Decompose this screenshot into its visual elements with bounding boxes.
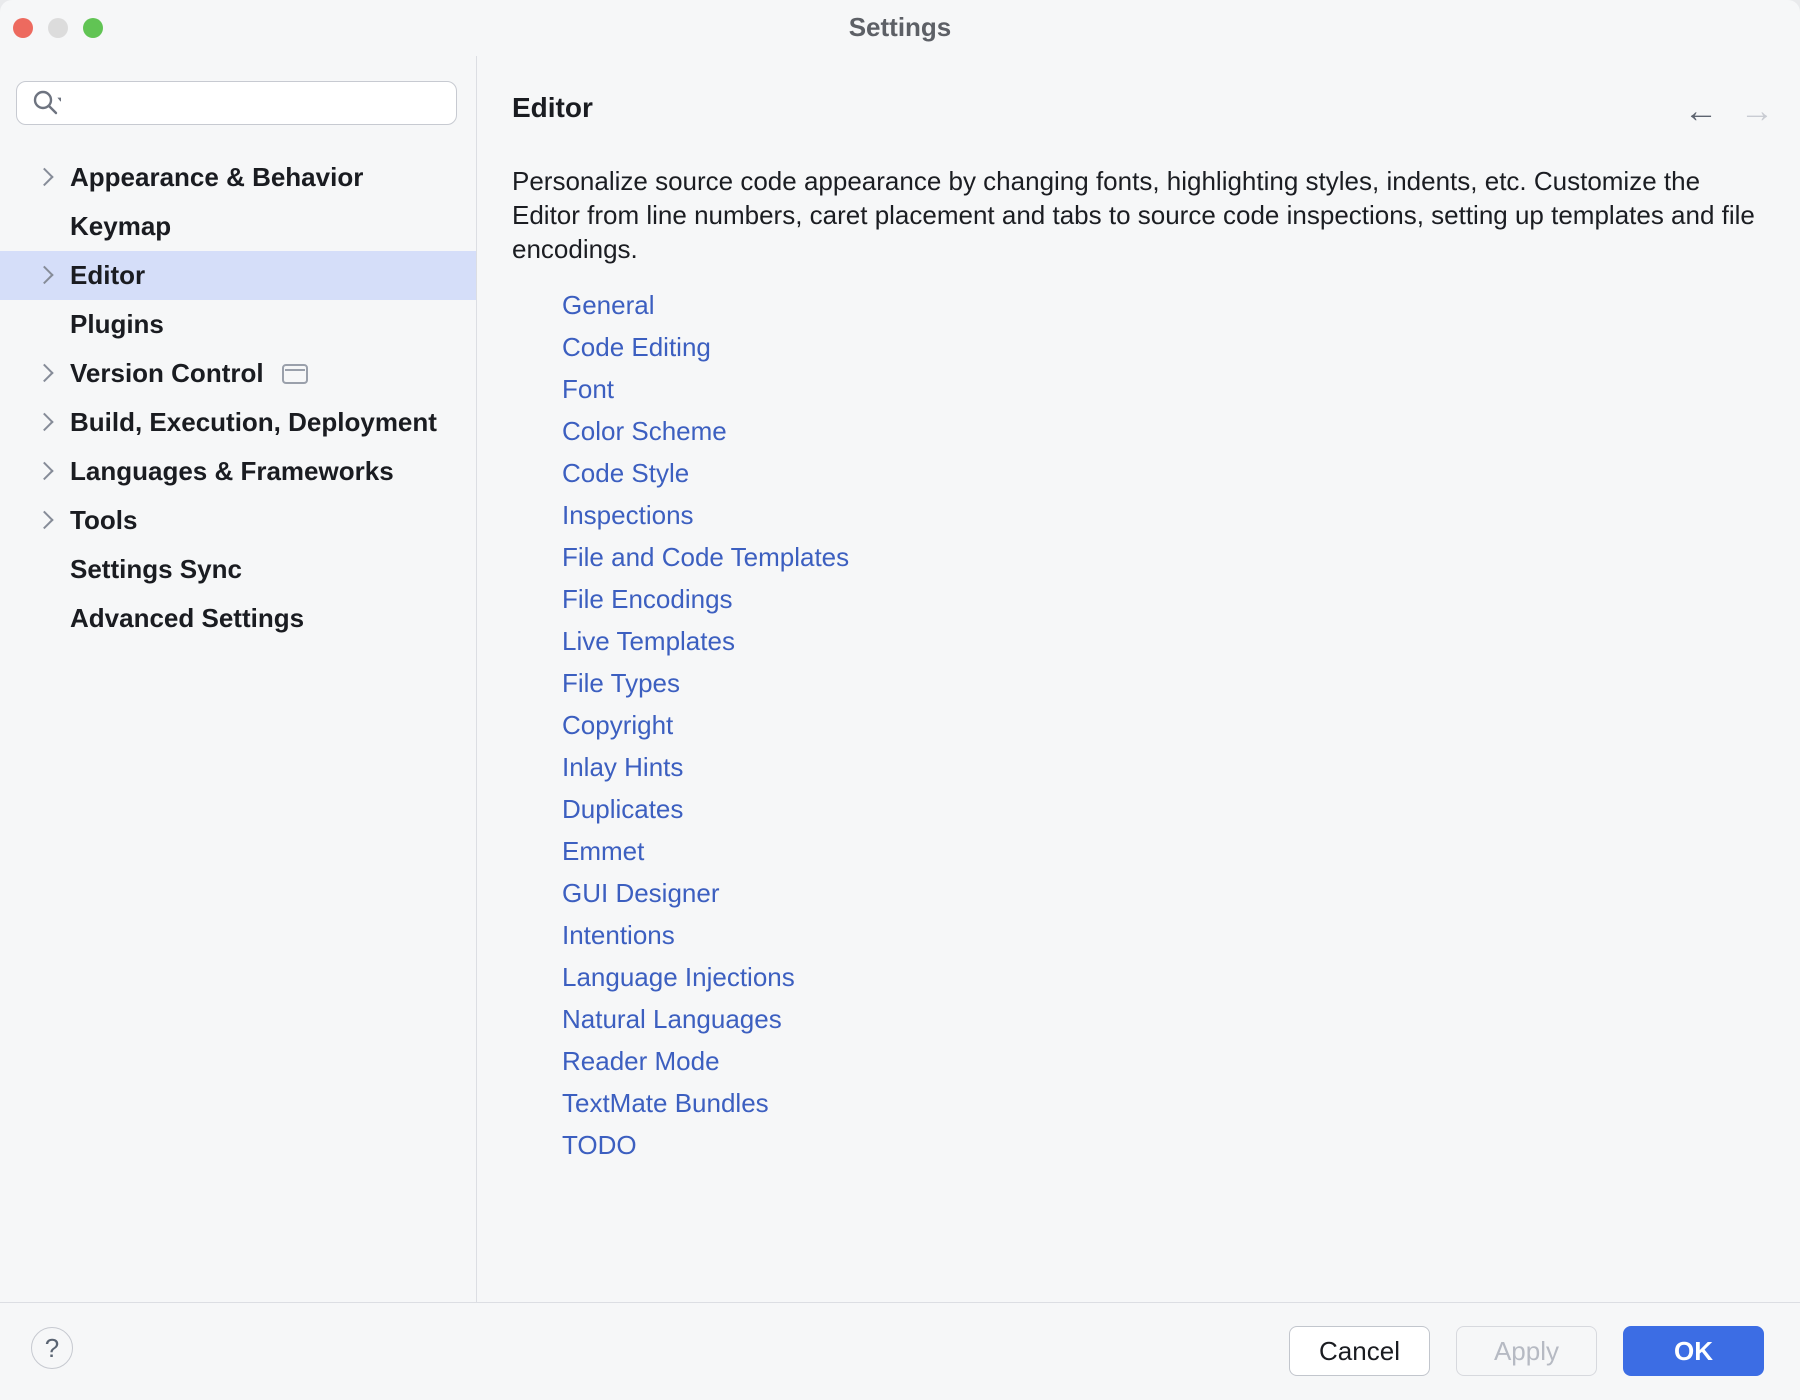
title-bar: Settings (0, 0, 1800, 56)
sidebar-item-label: Plugins (70, 309, 164, 340)
sidebar-item-label: Keymap (70, 211, 171, 242)
sidebar-item-keymap[interactable]: Keymap (0, 202, 476, 251)
editor-subpage-link-code-editing[interactable]: Code Editing (512, 326, 711, 368)
editor-subpage-link-reader-mode[interactable]: Reader Mode (512, 1040, 720, 1082)
chevron-right-icon (35, 510, 53, 528)
window-title: Settings (0, 12, 1800, 43)
editor-subpage-link-inlay-hints[interactable]: Inlay Hints (512, 746, 683, 788)
editor-subpages: General Code Editing Font Color Scheme C… (512, 284, 1760, 1166)
editor-subpage-link-file-and-code-templates[interactable]: File and Code Templates (512, 536, 849, 578)
forward-icon: → (1740, 94, 1774, 128)
link-label: Inlay Hints (562, 752, 683, 783)
sidebar-item-version-control[interactable]: Version Control (0, 349, 476, 398)
editor-subpage-link-general[interactable]: General (512, 284, 655, 326)
sidebar-item-label: Settings Sync (70, 554, 242, 585)
editor-subpage-link-natural-languages[interactable]: Natural Languages (512, 998, 782, 1040)
sidebar-item-label: Languages & Frameworks (70, 456, 394, 487)
sidebar-item-settings-sync[interactable]: Settings Sync (0, 545, 476, 594)
sidebar-item-advanced-settings[interactable]: Advanced Settings (0, 594, 476, 643)
chevron-right-icon (35, 412, 53, 430)
link-label: Language Injections (562, 962, 795, 993)
sidebar-item-label: Advanced Settings (70, 603, 304, 634)
editor-subpage-link-emmet[interactable]: Emmet (512, 830, 644, 872)
link-label: TextMate Bundles (562, 1088, 769, 1119)
sidebar-item-label: Build, Execution, Deployment (70, 407, 437, 438)
cancel-button[interactable]: Cancel (1289, 1326, 1430, 1376)
link-label: Natural Languages (562, 1004, 782, 1035)
footer-buttons: Cancel Apply OK (1289, 1326, 1764, 1376)
editor-subpage-link-todo[interactable]: TODO (512, 1124, 637, 1166)
sidebar-item-label: Tools (70, 505, 137, 536)
editor-subpage-link-duplicates[interactable]: Duplicates (512, 788, 683, 830)
link-label: File and Code Templates (562, 542, 849, 573)
link-label: Font (562, 374, 614, 405)
editor-settings-panel: Editor ← → Personalize source code appea… (478, 56, 1800, 1302)
chevron-right-icon (35, 265, 53, 283)
editor-subpage-link-file-types[interactable]: File Types (512, 662, 680, 704)
apply-button: Apply (1456, 1326, 1597, 1376)
link-label: TODO (562, 1130, 637, 1161)
question-icon: ? (45, 1333, 59, 1364)
editor-subpage-link-copyright[interactable]: Copyright (512, 704, 673, 746)
sidebar-item-editor[interactable]: Editor (0, 251, 476, 300)
sidebar-item-label: Editor (70, 260, 145, 291)
link-label: File Encodings (562, 584, 733, 615)
link-label: GUI Designer (562, 878, 720, 909)
link-label: Duplicates (562, 794, 683, 825)
sidebar-item-label: Version Control (70, 358, 264, 389)
sidebar-item-languages-frameworks[interactable]: Languages & Frameworks (0, 447, 476, 496)
sidebar-item-plugins[interactable]: Plugins (0, 300, 476, 349)
link-label: Reader Mode (562, 1046, 720, 1077)
settings-sidebar: Appearance & Behavior Keymap Editor Plug… (0, 56, 477, 1302)
page-title: Editor (512, 92, 1760, 124)
sidebar-tree: Appearance & Behavior Keymap Editor Plug… (0, 153, 476, 643)
history-nav: ← → (1684, 94, 1774, 128)
sidebar-item-build-execution-deployment[interactable]: Build, Execution, Deployment (0, 398, 476, 447)
search-field[interactable] (16, 81, 457, 125)
editor-subpage-link-live-templates[interactable]: Live Templates (512, 620, 735, 662)
link-label: Emmet (562, 836, 644, 867)
link-label: Code Style (562, 458, 689, 489)
editor-subpage-link-font[interactable]: Font (512, 368, 614, 410)
editor-subpage-link-language-injections[interactable]: Language Injections (512, 956, 795, 998)
sidebar-item-label: Appearance & Behavior (70, 162, 363, 193)
editor-subpage-link-textmate-bundles[interactable]: TextMate Bundles (512, 1082, 769, 1124)
back-icon[interactable]: ← (1684, 94, 1718, 128)
dialog-footer: ? Cancel Apply OK (0, 1302, 1800, 1400)
link-label: Copyright (562, 710, 673, 741)
editor-description: Personalize source code appearance by ch… (512, 164, 1762, 266)
sidebar-item-tools[interactable]: Tools (0, 496, 476, 545)
editor-subpage-link-code-style[interactable]: Code Style (512, 452, 689, 494)
settings-window: Settings Appearance & Behavior Keymap (0, 0, 1800, 1400)
editor-subpage-link-inspections[interactable]: Inspections (512, 494, 694, 536)
search-icon (31, 88, 61, 118)
help-button[interactable]: ? (31, 1327, 73, 1369)
link-label: Code Editing (562, 332, 711, 363)
link-label: Inspections (562, 500, 694, 531)
link-label: Live Templates (562, 626, 735, 657)
link-label: Intentions (562, 920, 675, 951)
editor-subpage-link-file-encodings[interactable]: File Encodings (512, 578, 733, 620)
sidebar-item-appearance-behavior[interactable]: Appearance & Behavior (0, 153, 476, 202)
editor-subpage-link-gui-designer[interactable]: GUI Designer (512, 872, 720, 914)
link-label: General (562, 290, 655, 321)
ok-button[interactable]: OK (1623, 1326, 1764, 1376)
search-input[interactable] (69, 84, 456, 122)
link-label: Color Scheme (562, 416, 727, 447)
settings-window-icon (282, 364, 308, 384)
chevron-right-icon (35, 363, 53, 381)
editor-subpage-link-intentions[interactable]: Intentions (512, 914, 675, 956)
link-label: File Types (562, 668, 680, 699)
chevron-right-icon (35, 461, 53, 479)
chevron-right-icon (35, 167, 53, 185)
editor-subpage-link-color-scheme[interactable]: Color Scheme (512, 410, 727, 452)
